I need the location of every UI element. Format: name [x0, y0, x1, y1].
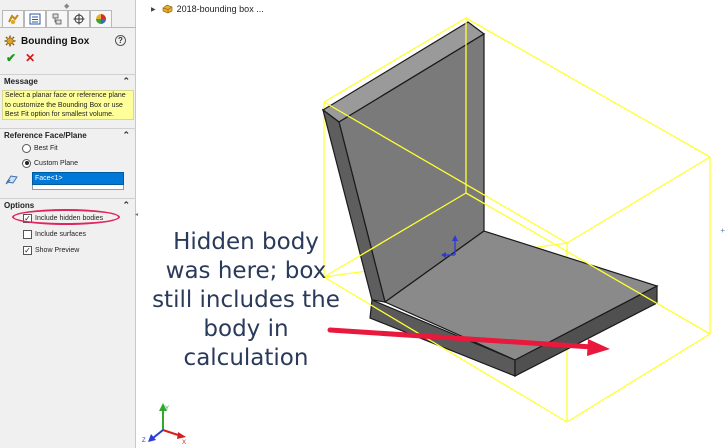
tab-display-manager[interactable] — [90, 10, 112, 27]
best-fit-option[interactable]: Best Fit — [22, 143, 58, 153]
dimxpert-icon — [73, 13, 85, 25]
tab-feature-manager[interactable] — [2, 10, 24, 27]
confirm-actions: ✔ ✕ — [6, 52, 35, 64]
feature-title: Bounding Box ? — [4, 33, 132, 49]
model-viewport[interactable] — [137, 0, 728, 448]
property-manager-panel: ◆ Bounding Box ? ✔ ✕ Message ⌃ Select a … — [0, 0, 138, 448]
custom-plane-label: Custom Plane — [34, 159, 78, 167]
include-surfaces-checkbox[interactable] — [23, 229, 32, 239]
display-manager-icon — [96, 14, 106, 24]
message-section-header[interactable]: Message ⌃ — [0, 74, 136, 88]
callout-text: Hidden body was here; box still includes… — [152, 229, 340, 371]
tab-property-manager[interactable] — [24, 10, 46, 27]
best-fit-radio[interactable] — [22, 143, 31, 153]
bounding-box-feature-icon — [4, 35, 16, 47]
triad-y-label: Y — [165, 406, 169, 412]
tab-dimxpert[interactable] — [68, 10, 90, 27]
reference-section-title: Reference Face/Plane — [4, 131, 87, 140]
include-surfaces-option[interactable]: Include surfaces — [23, 229, 86, 239]
view-triad-icon: Y X Z — [142, 403, 186, 444]
message-section-title: Message — [4, 77, 38, 86]
best-fit-label: Best Fit — [34, 144, 58, 152]
viewport-marker-icon: + — [720, 226, 725, 235]
triad-x-label: X — [182, 440, 186, 444]
show-preview-label: Show Preview — [35, 246, 80, 254]
highlight-ellipse — [12, 209, 120, 225]
cancel-button[interactable]: ✕ — [25, 52, 35, 64]
message-text: Select a planar face or reference plane … — [2, 90, 134, 120]
show-preview-checkbox[interactable]: ✓ — [23, 245, 32, 255]
graphics-area[interactable]: ▶ 2018-bounding box ... Hidden body was … — [137, 0, 728, 448]
solidworks-window: ◆ Bounding Box ? ✔ ✕ Message ⌃ Select a … — [0, 0, 728, 448]
help-icon[interactable]: ? — [115, 35, 126, 46]
manager-tabs — [0, 10, 136, 28]
feature-title-text: Bounding Box — [21, 35, 90, 47]
configuration-manager-icon — [52, 13, 62, 25]
custom-plane-radio[interactable] — [22, 158, 31, 168]
property-manager-icon — [29, 13, 41, 25]
collapse-chevron-icon[interactable]: ⌃ — [122, 199, 130, 212]
collapse-chevron-icon[interactable]: ⌃ — [122, 75, 130, 88]
tab-configuration-manager[interactable] — [46, 10, 68, 27]
face-selection-list[interactable] — [32, 185, 124, 190]
face-selection-icon — [5, 175, 18, 185]
options-section-title: Options — [4, 201, 35, 210]
collapse-chevron-icon[interactable]: ⌃ — [122, 129, 130, 142]
reference-section-header[interactable]: Reference Face/Plane ⌃ — [0, 128, 136, 142]
triad-z-label: Z — [142, 438, 146, 444]
ok-button[interactable]: ✔ — [6, 52, 16, 64]
feature-manager-icon — [7, 14, 19, 25]
include-surfaces-label: Include surfaces — [35, 230, 86, 238]
face-selection-field[interactable]: Face<1> — [32, 172, 124, 185]
show-preview-option[interactable]: ✓ Show Preview — [23, 245, 79, 255]
custom-plane-option[interactable]: Custom Plane — [22, 158, 78, 168]
panel-grip-icon[interactable]: ◆ — [64, 2, 69, 10]
